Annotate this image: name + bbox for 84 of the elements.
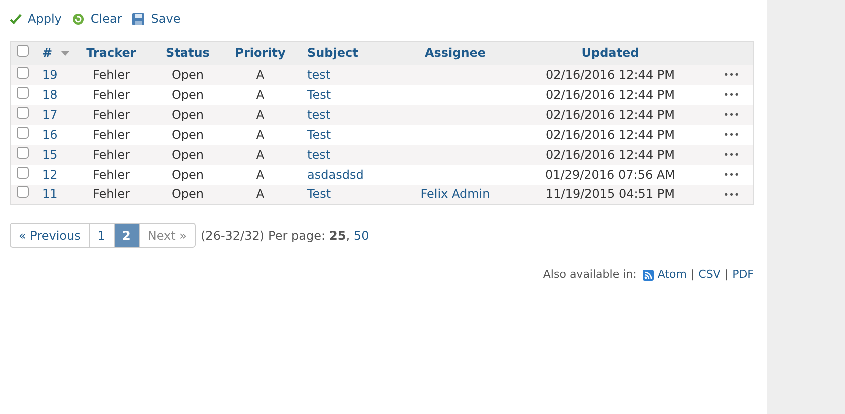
table-cell: Fehler [93,148,130,162]
export-label: Also available in: [543,267,637,283]
checkbox[interactable] [17,86,29,98]
issue-id-link[interactable]: 12 [42,168,58,182]
page-button[interactable]: 2 [114,224,140,247]
separator: | [690,267,695,283]
subject-link[interactable]: test [308,108,331,122]
checkbox[interactable] [17,186,29,198]
column-header[interactable]: Status [166,44,210,62]
table-cell: 11/19/2015 04:51 PM [546,187,675,202]
issue-id-link[interactable]: 19 [42,68,58,82]
table-cell: 02/16/2016 12:44 PM [546,68,675,82]
table-cell: Fehler [93,128,130,142]
table-cell: Fehler [93,108,130,122]
table-cell: 02/16/2016 12:44 PM [546,88,675,102]
checkbox[interactable] [17,126,29,138]
export-link[interactable]: CSV [698,267,721,284]
column-header[interactable]: Subject [308,44,358,62]
row-menu-button[interactable]: ••• [724,111,740,122]
table-cell: Open [172,148,204,162]
checkbox[interactable] [17,66,29,78]
row-menu-button[interactable]: ••• [724,151,740,162]
table-cell: Open [172,168,204,182]
per-page-option[interactable]: 25 [330,226,346,244]
previous-page-button[interactable]: « Previous [11,224,90,247]
row-menu-button[interactable]: ••• [724,71,740,82]
checkbox[interactable] [17,166,29,178]
table-cell: Fehler [93,187,130,202]
column-header[interactable]: Updated [582,44,640,62]
assignee-link[interactable]: Felix Admin [420,187,490,202]
table-cell: A [256,108,265,122]
issue-id-link[interactable]: 17 [42,108,58,122]
export-link[interactable]: Atom [658,267,687,284]
subject-link[interactable]: Test [308,128,332,142]
subject-link[interactable]: asdasdsd [308,168,364,182]
table-cell: A [256,88,265,102]
table-cell: A [256,128,265,142]
column-header[interactable]: Assignee [424,44,486,62]
table-cell: A [256,148,265,162]
column-header[interactable]: Tracker [86,44,136,62]
per-page-label: Per page: [268,228,326,244]
row-menu-button[interactable]: ••• [724,91,740,102]
issue-id-link[interactable]: 15 [42,148,58,162]
row-menu-button[interactable]: ••• [724,191,740,201]
table-cell: A [256,187,265,202]
subject-link[interactable]: test [308,68,331,82]
subject-link[interactable]: Test [308,187,332,202]
checkbox[interactable] [17,45,29,58]
result-count: (26-32/32) [201,228,265,244]
table-cell: Fehler [93,88,130,102]
separator: | [724,267,729,283]
subject-link[interactable]: test [308,148,331,162]
rss-feed-icon [642,270,654,281]
separator: , [346,228,350,244]
table-cell: Open [172,68,204,82]
table-cell: 02/16/2016 12:44 PM [546,128,675,142]
issue-id-link[interactable]: 16 [42,128,58,142]
table-cell: 01/29/2016 07:56 AM [546,168,676,182]
table-cell: Open [172,187,204,202]
issue-id-link[interactable]: 18 [42,88,58,102]
table-cell: Fehler [93,168,130,182]
per-page-option[interactable]: 50 [354,226,370,244]
export-link[interactable]: PDF [732,267,754,284]
table-cell: Open [172,128,204,142]
table-cell: Open [172,108,204,122]
toolbar-link[interactable]: Apply [28,10,62,28]
row-menu-button[interactable]: ••• [724,131,740,142]
toolbar-link[interactable]: Clear [90,10,122,28]
table-cell: A [256,168,265,182]
subject-link[interactable]: Test [308,88,332,102]
table-cell: A [256,68,265,82]
checkbox[interactable] [17,146,29,158]
table-cell: Open [172,88,204,102]
checkmark-icon [10,14,22,24]
reload-icon [72,12,85,26]
row-menu-button[interactable]: ••• [724,171,740,182]
issue-id-link[interactable]: 11 [42,187,58,202]
table-cell: 02/16/2016 12:44 PM [546,148,675,162]
checkbox[interactable] [17,106,29,118]
column-header[interactable]: Priority [235,44,286,62]
toolbar-link[interactable]: Save [151,10,181,28]
column-header[interactable]: # [42,44,53,62]
table-cell: 02/16/2016 12:44 PM [546,108,675,122]
table-cell: Fehler [93,68,130,82]
